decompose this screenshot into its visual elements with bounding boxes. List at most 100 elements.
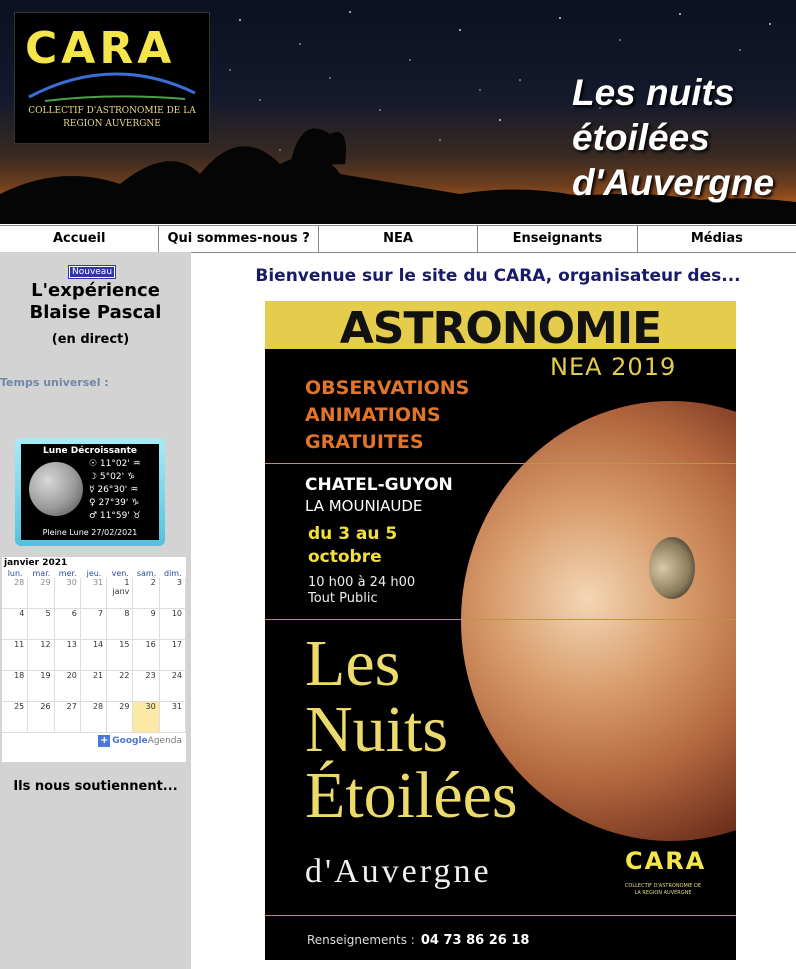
weekday-label: mar. [32, 569, 51, 578]
experience-title-line1: L'expérience [31, 280, 160, 301]
calendar-day[interactable]: 24 [159, 671, 186, 702]
full-moon-date: Pleine Lune 27/02/2021 [42, 528, 138, 537]
welcome-heading: Bienvenue sur le site du CARA, organisat… [255, 266, 741, 286]
moon-phase-title: Lune Décroissante [42, 446, 137, 456]
nav-nea[interactable]: NEA [319, 226, 479, 252]
weekday-label: lun. [7, 569, 23, 578]
logo-subtitle-line1: COLLECTIF D'ASTRONOMIE DE LA [28, 106, 196, 116]
nav-enseignants[interactable]: Enseignants [478, 226, 638, 252]
weekday-label: sam. [136, 569, 157, 578]
poster-audience: Tout Public [308, 591, 378, 606]
planet-positions: ☉ 11°02' ♒ ☽ 5°02' ♑ ☿ 26°30' ♒ ♀ 27°39'… [89, 458, 141, 523]
calendar-day[interactable]: 23 [133, 671, 160, 702]
calendar-day[interactable]: 22 [107, 671, 134, 702]
nav-accueil[interactable]: Accueil [0, 226, 160, 252]
plus-icon: + [98, 735, 111, 747]
moon-phase-widget[interactable]: Lune Décroissante ☉ 11°02' ♒ ☽ 5°02' ♑ ☿… [15, 438, 165, 546]
experience-link[interactable]: L'expérience Blaise Pascal [0, 280, 191, 324]
calendar-day[interactable]: 31 [159, 702, 186, 733]
logo-subtitle: COLLECTIF D'ASTRONOMIE DE LA REGION AUVE… [15, 105, 209, 131]
moon-widget-panel: Lune Décroissante ☉ 11°02' ♒ ☽ 5°02' ♑ ☿… [21, 444, 159, 540]
nav-medias[interactable]: Médias [638, 226, 796, 252]
calendar-day[interactable]: 7 [80, 609, 108, 640]
experience-subtitle: (en direct) [51, 332, 130, 347]
calendar-day[interactable]: 11 [2, 640, 29, 671]
main-nav: Accueil Qui sommes-nous ? NEA Enseignant… [0, 225, 796, 253]
weekday-label: mer. [58, 569, 77, 578]
nav-qui-sommes-nous[interactable]: Qui sommes-nous ? [159, 226, 319, 252]
planet-row: ☉ 11°02' ♒ [89, 459, 141, 469]
poster-city: CHATEL-GUYON [305, 475, 453, 495]
poster-hours-line: 10 h00 à 24 h00 [308, 575, 416, 590]
agenda-label: Agenda [147, 736, 182, 746]
poster-hours: 10 h00 à 24 h00 Tout Public [308, 575, 415, 607]
calendar-day[interactable]: 28 [80, 702, 108, 733]
poster-auvergne: d'Auvergne [305, 853, 492, 890]
calendar-day[interactable]: 14 [80, 640, 108, 671]
poster-nea: NEA 2019 [550, 353, 677, 381]
calendar-day[interactable]: 3 [159, 578, 186, 609]
logo-subtitle-line2: REGION AUVERGNE [63, 119, 161, 129]
calendar-day[interactable]: 10 [159, 609, 186, 640]
banner-title: Les nuits étoilées d'Auvergne [572, 70, 774, 205]
moon-satellite-image [649, 537, 695, 599]
event-poster[interactable]: ASTRONOMIE NEA 2019 OBSERVATIONS ANIMATI… [265, 301, 736, 960]
calendar-day[interactable]: 21 [80, 671, 108, 702]
calendar-day[interactable]: 19 [28, 671, 55, 702]
poster-cara-subtitle: COLLECTIF D'ASTRONOMIE DE LA REGION AUVE… [624, 883, 702, 896]
universal-time-label: Temps universel : [0, 376, 109, 389]
cara-logo[interactable]: CARA COLLECTIF D'ASTRONOMIE DE LA REGION… [14, 12, 210, 144]
planet-row: ♀ 27°39' ♑ [89, 498, 140, 508]
contact-label: Renseignements : [307, 933, 415, 947]
calendar-day[interactable]: 8 [107, 609, 134, 640]
calendar-day[interactable]: 9 [133, 609, 160, 640]
poster-divider [265, 619, 736, 620]
poster-activities: OBSERVATIONS ANIMATIONS GRATUITES [305, 375, 469, 456]
contact-phone: 04 73 86 26 18 [420, 933, 530, 948]
calendar-day[interactable]: 17 [159, 640, 186, 671]
calendar-day[interactable]: 30 [133, 702, 160, 733]
calendar-day[interactable]: 2 [133, 578, 160, 609]
google-agenda-link[interactable]: + GoogleAgenda [2, 733, 186, 749]
calendar-day[interactable]: 13 [54, 640, 81, 671]
calendar-day[interactable]: 6 [54, 609, 81, 640]
poster-divider [265, 915, 736, 916]
weekday-label: ven. [111, 569, 129, 578]
moon-icon [29, 462, 83, 516]
calendar-day[interactable]: 18 [2, 671, 29, 702]
poster-cara-logo: CARA COLLECTIF D'ASTRONOMIE DE LA REGION… [623, 847, 707, 907]
google-calendar: janvier 2021 lun. mar. mer. jeu. ven. sa… [2, 557, 186, 762]
weekday-label: jeu. [86, 569, 102, 578]
calendar-month: janvier 2021 [4, 558, 68, 568]
sidebar: Nouveau L'expérience Blaise Pascal (en d… [0, 252, 191, 969]
poster-cara-word: CARA [625, 847, 707, 875]
calendar-day[interactable]: 28 [2, 578, 29, 609]
calendar-day[interactable]: 29 [107, 702, 134, 733]
poster-title-line: Étoilées [305, 759, 518, 832]
poster-activity: OBSERVATIONS [305, 377, 470, 399]
calendar-day[interactable]: 27 [54, 702, 81, 733]
calendar-day[interactable]: 5 [28, 609, 55, 640]
calendar-day[interactable]: 25 [2, 702, 29, 733]
calendar-day[interactable]: 1 janv [107, 578, 134, 609]
experience-title-line2: Blaise Pascal [29, 302, 162, 323]
poster-activity: ANIMATIONS [305, 404, 441, 426]
new-badge: Nouveau [67, 265, 117, 279]
poster-nuits-title: Les Nuits Étoilées [305, 631, 518, 829]
planet-row: ☽ 5°02' ♑ [89, 472, 136, 482]
poster-title-line: Les [305, 627, 401, 700]
poster-title-line: Nuits [305, 693, 449, 766]
poster-venue: LA MOUNIAUDE [305, 497, 423, 515]
calendar-day[interactable]: 4 [2, 609, 29, 640]
calendar-day[interactable]: 12 [28, 640, 55, 671]
calendar-day[interactable]: 16 [133, 640, 160, 671]
calendar-day[interactable]: 31 [80, 578, 108, 609]
calendar-day[interactable]: 30 [54, 578, 81, 609]
sponsors-heading: Ils nous soutiennent... [13, 779, 178, 794]
calendar-day[interactable]: 15 [107, 640, 134, 671]
calendar-day[interactable]: 26 [28, 702, 55, 733]
calendar-day[interactable]: 29 [28, 578, 55, 609]
google-label: Google [112, 736, 148, 746]
calendar-day[interactable]: 20 [54, 671, 81, 702]
poster-divider [265, 463, 736, 464]
